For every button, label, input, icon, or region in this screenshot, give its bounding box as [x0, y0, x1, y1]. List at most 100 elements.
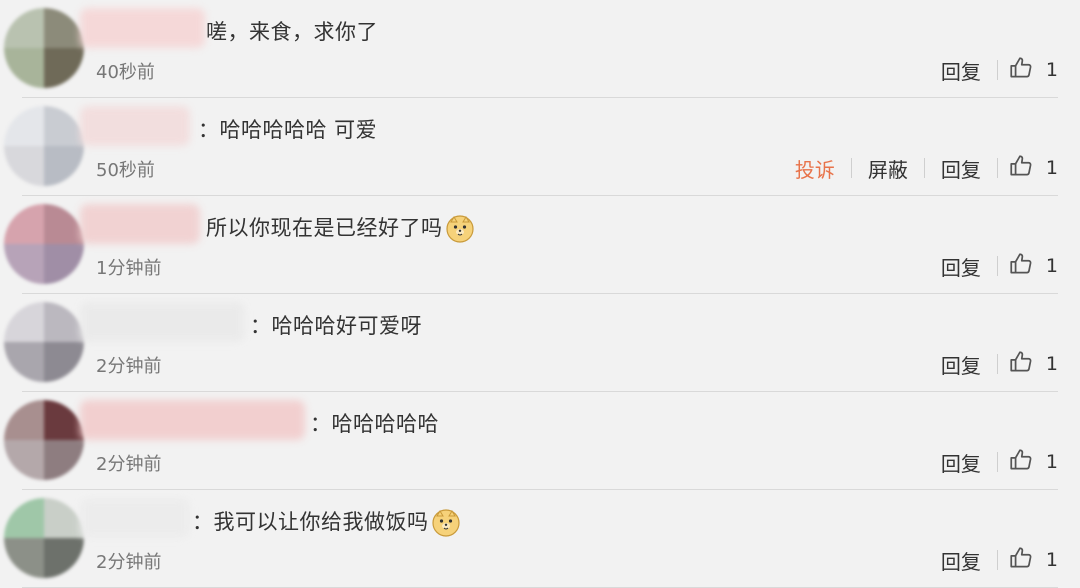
reply-button[interactable]: 回复: [935, 252, 987, 281]
comment-text-content: ：哈哈哈哈哈 可爱: [198, 118, 378, 142]
username-blurred: [80, 400, 305, 440]
thumbs-up-icon: [1008, 55, 1034, 86]
like-button[interactable]: 1: [1008, 545, 1058, 576]
comment-divider: [22, 195, 1058, 196]
comment-timestamp: 2分钟前: [96, 552, 162, 573]
avatar-pixel: [4, 400, 44, 440]
avatar-pixel: [44, 498, 84, 538]
comment-actions: 投诉 屏蔽 回复 1: [789, 153, 1058, 183]
comment-timestamp: 40秒前: [96, 62, 155, 83]
comment-divider: [22, 293, 1058, 294]
avatar-pixel: [44, 538, 84, 578]
avatar-pixel: [44, 106, 84, 146]
action-separator: [996, 452, 998, 472]
username-blurred: [80, 106, 190, 146]
like-button[interactable]: 1: [1008, 447, 1058, 478]
like-count: 1: [1045, 549, 1058, 571]
thumbs-up-icon: [1008, 447, 1034, 478]
like-count: 1: [1045, 451, 1058, 473]
report-button[interactable]: 投诉: [789, 154, 841, 183]
avatar-pixel: [44, 48, 84, 88]
thumbs-up-icon: [1008, 251, 1034, 282]
comment-text-content: 嗟，来食，求你了: [206, 20, 378, 44]
like-count: 1: [1045, 157, 1058, 179]
like-count: 1: [1045, 255, 1058, 277]
comment-text: ：哈哈哈好可爱呀: [250, 310, 422, 340]
avatar[interactable]: [4, 106, 84, 186]
avatar-pixel: [44, 342, 84, 382]
comment-text-content: ：哈哈哈好可爱呀: [250, 314, 422, 338]
avatar[interactable]: [4, 8, 84, 88]
comment-actions: 回复 1: [935, 545, 1058, 575]
avatar-pixel: [4, 204, 44, 244]
avatar-pixel: [4, 106, 44, 146]
comment-divider: [22, 391, 1058, 392]
avatar[interactable]: [4, 498, 84, 578]
username-blurred: [80, 8, 205, 48]
comment-divider: [22, 97, 1058, 98]
action-separator: [996, 158, 998, 178]
avatar-pixel: [4, 146, 44, 186]
avatar-pixel: [4, 48, 44, 88]
comment-text: ：哈哈哈哈哈: [310, 408, 439, 438]
avatar-pixel: [4, 302, 44, 342]
avatar-pixel: [44, 204, 84, 244]
comment-list: 嗟，来食，求你了 40秒前 回复 1 ：哈哈哈哈哈 可爱 50秒前 投诉 屏蔽 回复 1 所以你现在…: [0, 0, 1080, 588]
comment-text: ：哈哈哈哈哈 可爱: [198, 114, 377, 144]
doge-emoji-icon: [431, 508, 461, 538]
thumbs-up-icon: [1008, 545, 1034, 576]
comment-timestamp: 2分钟前: [96, 356, 162, 377]
avatar-pixel: [4, 8, 44, 48]
action-separator: [923, 158, 925, 178]
comment-text-content: ：我可以让你给我做饭吗: [192, 510, 429, 534]
comment-text: 嗟，来食，求你了: [206, 16, 378, 46]
reply-button[interactable]: 回复: [935, 56, 987, 85]
reply-button[interactable]: 回复: [935, 546, 987, 575]
comment-text: ：我可以让你给我做饭吗: [192, 506, 461, 538]
avatar-pixel: [44, 440, 84, 480]
reply-button[interactable]: 回复: [935, 448, 987, 477]
avatar-pixel: [44, 400, 84, 440]
comment-actions: 回复 1: [935, 349, 1058, 379]
avatar[interactable]: [4, 204, 84, 284]
avatar-pixel: [4, 342, 44, 382]
comment-timestamp: 50秒前: [96, 160, 155, 181]
thumbs-up-icon: [1008, 153, 1034, 184]
avatar[interactable]: [4, 400, 84, 480]
avatar-pixel: [44, 302, 84, 342]
action-separator: [850, 158, 852, 178]
action-separator: [996, 256, 998, 276]
reply-button[interactable]: 回复: [935, 154, 987, 183]
avatar-pixel: [44, 244, 84, 284]
block-button[interactable]: 屏蔽: [862, 154, 914, 183]
comment-timestamp: 2分钟前: [96, 454, 162, 475]
username-blurred: [80, 302, 245, 342]
like-button[interactable]: 1: [1008, 153, 1058, 184]
comment-text: 所以你现在是已经好了吗: [206, 212, 475, 244]
like-count: 1: [1045, 353, 1058, 375]
comment-actions: 回复 1: [935, 55, 1058, 85]
avatar-pixel: [4, 244, 44, 284]
avatar[interactable]: [4, 302, 84, 382]
like-button[interactable]: 1: [1008, 251, 1058, 282]
comment-actions: 回复 1: [935, 447, 1058, 477]
comment-divider: [22, 489, 1058, 490]
doge-emoji-icon: [445, 214, 475, 244]
like-count: 1: [1045, 59, 1058, 81]
like-button[interactable]: 1: [1008, 55, 1058, 86]
username-blurred: [80, 498, 190, 538]
reply-button[interactable]: 回复: [935, 350, 987, 379]
action-separator: [996, 354, 998, 374]
action-separator: [996, 550, 998, 570]
avatar-pixel: [44, 8, 84, 48]
comment-actions: 回复 1: [935, 251, 1058, 281]
avatar-pixel: [4, 440, 44, 480]
comment-timestamp: 1分钟前: [96, 258, 162, 279]
comment-text-content: ：哈哈哈哈哈: [310, 412, 439, 436]
avatar-pixel: [4, 498, 44, 538]
like-button[interactable]: 1: [1008, 349, 1058, 380]
comment-text-content: 所以你现在是已经好了吗: [206, 216, 443, 240]
thumbs-up-icon: [1008, 349, 1034, 380]
username-blurred: [80, 204, 200, 244]
action-separator: [996, 60, 998, 80]
